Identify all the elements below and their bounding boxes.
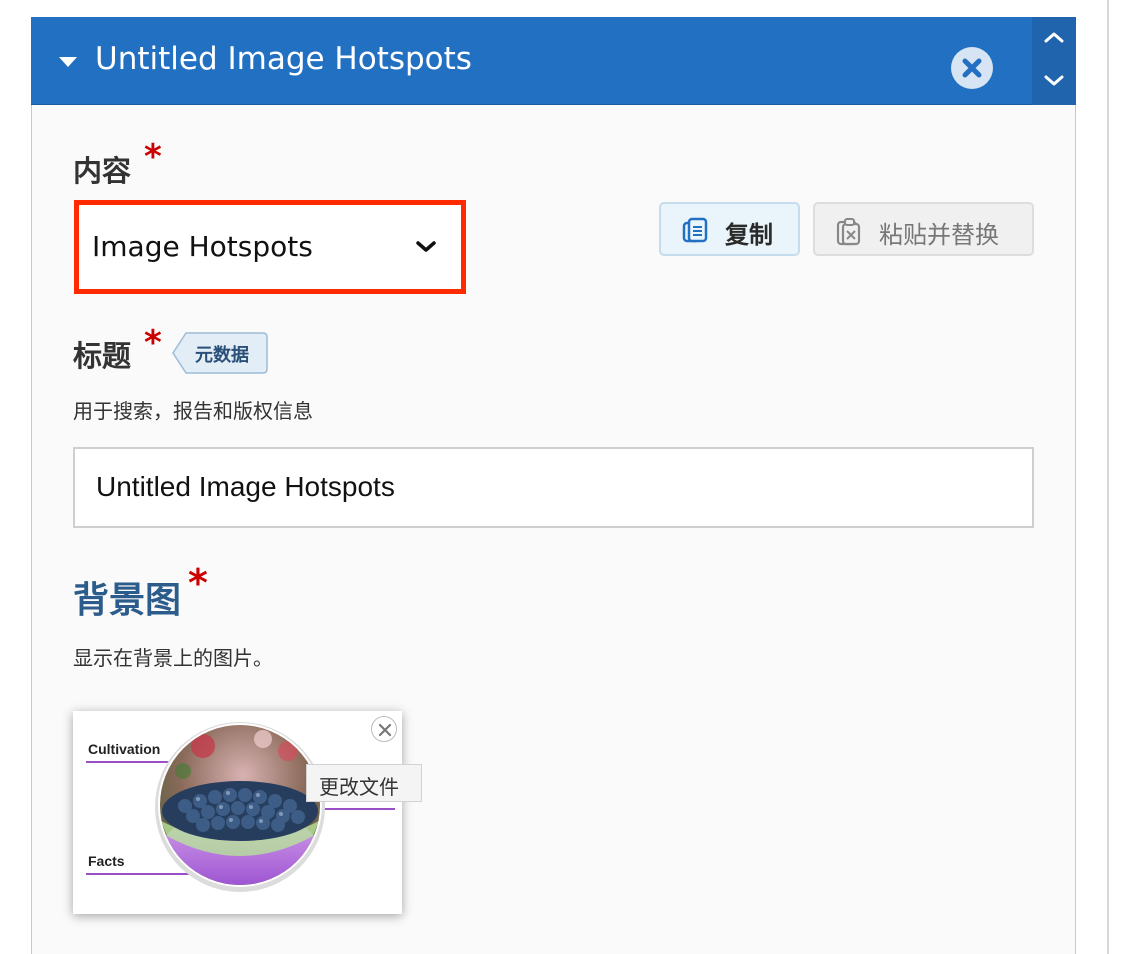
move-down-button[interactable] — [1032, 61, 1076, 105]
paste-replace-button[interactable]: 粘贴并替换 — [813, 202, 1034, 256]
change-file-label: 更改文件 — [319, 775, 399, 799]
remove-image-button[interactable] — [371, 716, 397, 742]
copy-icon — [682, 217, 708, 243]
panel-header: Untitled Image Hotspots — [31, 17, 1076, 105]
close-icon — [378, 723, 392, 737]
metadata-label: 元数据 — [195, 345, 249, 366]
blueberries-photo — [155, 722, 325, 892]
copy-label: 复制 — [725, 221, 773, 249]
change-file-button[interactable]: 更改文件 — [306, 764, 422, 802]
clipboard-x-icon — [836, 218, 861, 246]
content-type-value: Image Hotspots — [92, 230, 313, 263]
reorder-controls — [1032, 17, 1076, 105]
title-label: 标题 — [73, 339, 132, 373]
panel-title: Untitled Image Hotspots — [95, 41, 472, 77]
title-input[interactable]: Untitled Image Hotspots — [73, 447, 1034, 528]
move-up-button[interactable] — [1032, 17, 1076, 61]
required-asterisk: * — [144, 323, 162, 363]
chevron-down-icon — [1044, 75, 1064, 86]
editor-page: Untitled Image Hotspots 内容 * Image Hotsp… — [0, 0, 1123, 954]
caret-down-icon[interactable] — [59, 57, 77, 67]
chevron-down-icon — [416, 241, 436, 252]
content-label: 内容 — [73, 154, 132, 188]
copy-button[interactable]: 复制 — [659, 202, 800, 256]
content-type-select[interactable]: Image Hotspots — [74, 200, 466, 294]
chevron-up-icon — [1044, 32, 1064, 43]
title-input-value: Untitled Image Hotspots — [96, 471, 395, 502]
background-image-label: 背景图 — [73, 580, 182, 621]
paste-replace-label: 粘贴并替换 — [879, 221, 999, 249]
thumbnail-canvas: Cultivation Facts — [73, 711, 402, 914]
remove-button[interactable] — [951, 47, 993, 89]
required-asterisk: * — [188, 561, 208, 605]
background-image-thumbnail[interactable]: Cultivation Facts — [73, 711, 402, 914]
background-image-description: 显示在背景上的图片。 — [73, 646, 273, 670]
title-description: 用于搜索，报告和版权信息 — [73, 399, 313, 423]
metadata-tag[interactable]: 元数据 — [172, 332, 268, 374]
required-asterisk: * — [144, 137, 162, 177]
close-circle-icon — [962, 58, 982, 78]
scrollbar-edge — [1107, 0, 1109, 954]
